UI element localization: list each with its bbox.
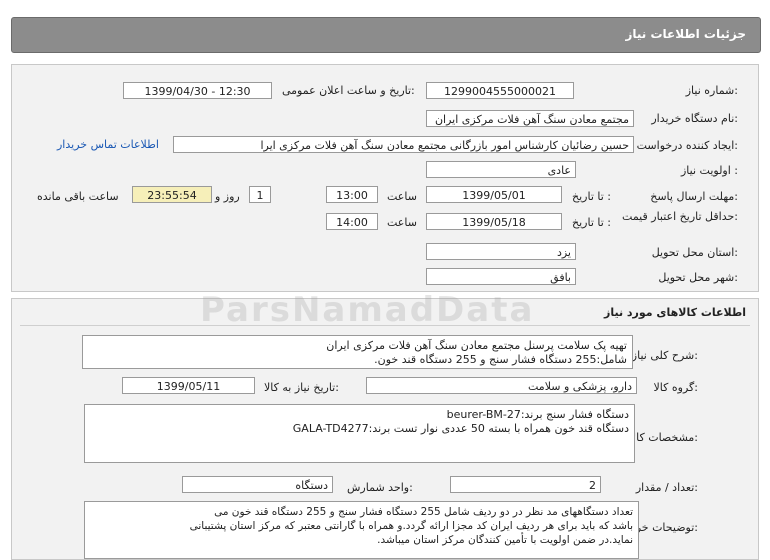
- need-number-field: 1299004555000021: [426, 82, 574, 99]
- buyer-field: مجتمع معادن سنگ آهن فلات مرکزی ایران: [426, 110, 634, 127]
- creator-label: ایجاد کننده درخواست:: [636, 139, 738, 152]
- watermark-logo: ParsNamadData: [200, 290, 535, 330]
- deadline-to-date-label: تا تاریخ :: [572, 190, 611, 203]
- description-field: تهیه پک سلامت پرسنل مجتمع معادن سنگ آهن …: [82, 335, 633, 369]
- quantity-field: 2: [450, 476, 601, 493]
- priority-field: عادی: [426, 161, 576, 178]
- buyer-label: نام دستگاه خریدار:: [651, 112, 738, 125]
- deadline-time-field: 13:00: [326, 186, 378, 203]
- goods-section-title: اطلاعات کالاهای مورد نیاز: [604, 306, 746, 319]
- page-title: جزئیات اطلاعات نیاز: [625, 27, 746, 41]
- page-header: جزئیات اطلاعات نیاز: [11, 17, 761, 53]
- announce-field: 1399/04/30 - 12:30: [123, 82, 272, 99]
- deadline-date-field: 1399/05/01: [426, 186, 562, 203]
- deadline-time-label: ساعت: [387, 190, 417, 203]
- spec-field: دستگاه فشار سنج برند:beurer-BM-27 دستگاه…: [84, 404, 635, 463]
- deadline-label: مهلت ارسال پاسخ:: [650, 190, 738, 203]
- remaining-label: ساعت باقی مانده: [37, 190, 119, 203]
- validity-time-label: ساعت: [387, 216, 417, 229]
- days-label: روز و: [215, 190, 240, 203]
- buyer-contact-link[interactable]: اطلاعات تماس خریدار: [57, 138, 159, 151]
- remaining-time-field: 23:55:54: [132, 186, 212, 203]
- province-label: استان محل تحویل:: [651, 246, 738, 259]
- description-line: شامل:255 دستگاه فشار سنج و 255 دستگاه قن…: [374, 353, 627, 366]
- need-number-label: شماره نیاز:: [685, 84, 738, 97]
- group-label: گروه کالا:: [653, 381, 698, 394]
- unit-label: واحد شمارش:: [347, 481, 413, 494]
- days-field: 1: [249, 186, 271, 203]
- unit-field: دستگاه: [182, 476, 333, 493]
- province-field: یزد: [426, 243, 576, 260]
- quantity-label: تعداد / مقدار:: [635, 481, 698, 494]
- description-line: تهیه پک سلامت پرسنل مجتمع معادن سنگ آهن …: [326, 339, 627, 352]
- validity-to-date-label: تا تاریخ :: [572, 216, 611, 229]
- need-info-panel: شماره نیاز: 1299004555000021 تاریخ و ساع…: [11, 64, 759, 292]
- need-date-label: تاریخ نیاز به کالا:: [264, 381, 339, 394]
- goods-panel: اطلاعات کالاهای مورد نیاز شرح کلی نیاز: …: [11, 298, 759, 560]
- city-label: شهر محل تحویل:: [658, 271, 738, 284]
- validity-time-field: 14:00: [326, 213, 378, 230]
- notes-line: تعداد دستگاههای مد نظر در دو ردیف شامل 2…: [214, 506, 633, 518]
- description-label: شرح کلی نیاز:: [631, 349, 698, 362]
- city-field: بافق: [426, 268, 576, 285]
- spec-line: دستگاه قند خون همراه با بسته 50 عددی نوا…: [292, 422, 629, 435]
- spec-line: دستگاه فشار سنج برند:beurer-BM-27: [446, 408, 629, 421]
- group-field: دارو، پزشکی و سلامت: [366, 377, 637, 394]
- priority-label: اولویت نیاز :: [680, 164, 738, 177]
- announce-label: تاریخ و ساعت اعلان عمومی:: [282, 84, 415, 97]
- creator-field: حسین رضائیان کارشناس امور بازرگانی مجتمع…: [173, 136, 634, 153]
- notes-line: باشد که باید برای هر ردیف ایران کد مجزا …: [189, 520, 633, 532]
- validity-label: حداقل تاریخ اعتبار قیمت:: [622, 210, 738, 223]
- need-date-field: 1399/05/11: [122, 377, 255, 394]
- validity-date-field: 1399/05/18: [426, 213, 562, 230]
- buyer-notes-field: تعداد دستگاههای مد نظر در دو ردیف شامل 2…: [84, 501, 639, 559]
